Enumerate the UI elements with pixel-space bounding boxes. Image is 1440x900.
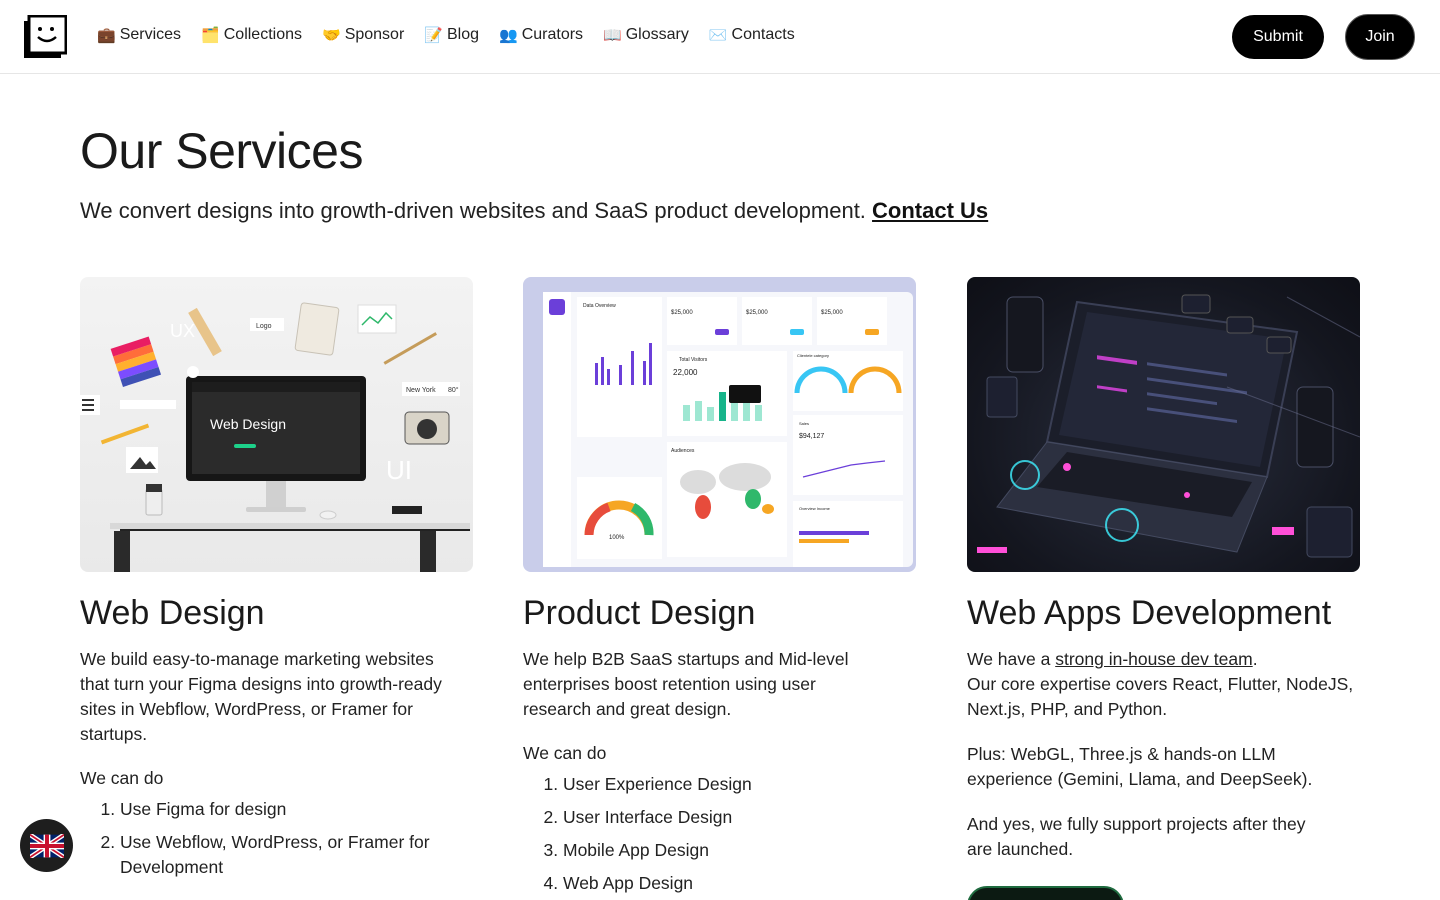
nav-blog[interactable]: 📝 Blog — [424, 26, 479, 44]
can-do-label: We can do — [523, 743, 607, 763]
web-design-illustration: Web Design UX UI Logo New York 80° — [80, 302, 470, 572]
dev-team-link[interactable]: strong in-house dev team — [1055, 649, 1252, 669]
temp-chip: 80° — [448, 386, 459, 394]
card-title: Web Design — [80, 594, 265, 632]
folder-icon: 🗂️ — [201, 27, 220, 44]
envelope-icon: ✉️ — [708, 27, 728, 44]
memo-icon: 📝 — [424, 27, 443, 44]
product-design-image: Data Overview $25,000 $25,000 $25,000 To… — [523, 277, 916, 572]
visitors-label: Total Visitors — [679, 357, 708, 363]
page-subtitle: We convert designs into growth-driven we… — [80, 198, 988, 224]
site-header: 💼 Services 🗂️ Collections 🤝 Sponsor 📝 Blog 👥… — [0, 0, 1440, 74]
audiences-label: Audiences — [671, 448, 695, 454]
language-switcher[interactable] — [20, 819, 73, 872]
text-suffix: . — [1252, 649, 1258, 669]
list-item: Mobile App Design — [563, 838, 916, 863]
nav-label: Contacts — [731, 26, 795, 43]
nav-glossary[interactable]: 📖 Glossary — [603, 26, 689, 44]
card-description: We help B2B SaaS startups and Mid-level … — [523, 649, 849, 719]
sales-value: $94,127 — [799, 433, 824, 440]
list-item: Use Webflow, WordPress, or Framer for De… — [120, 830, 440, 880]
nav-sponsor[interactable]: 🤝 Sponsor — [322, 26, 404, 44]
nav-curators[interactable]: 👥 Curators — [499, 26, 583, 44]
nav-contacts[interactable]: ✉️ Contacts — [709, 26, 795, 44]
handshake-icon: 🤝 — [322, 27, 341, 44]
stat-1: $25,000 — [671, 310, 693, 316]
service-card-web-design: Web Design UX UI Logo New York 80° Web D… — [80, 277, 473, 888]
income-label: Overview Income — [799, 506, 831, 511]
service-card-product-design: Data Overview $25,000 $25,000 $25,000 To… — [523, 277, 916, 900]
nav-label: Sponsor — [344, 26, 405, 43]
contact-us-link[interactable]: Contact Us — [872, 198, 988, 223]
nav-label: Services — [119, 26, 182, 43]
list-item: Web App Design — [563, 871, 916, 896]
plus-text: Plus: WebGL, Three.js & hands-on LLM exp… — [967, 744, 1313, 789]
category-label: Clientele category — [797, 353, 829, 358]
support-text: And yes, we fully support projects after… — [967, 814, 1306, 859]
laptop-illustration — [977, 294, 1360, 558]
can-do-label: We can do — [80, 768, 164, 788]
service-card-web-apps: Web Apps Development We have a strong in… — [967, 277, 1360, 862]
uk-flag-icon — [29, 833, 64, 858]
subtitle-text: We convert designs into growth-driven we… — [80, 198, 866, 223]
book-icon: 📖 — [603, 27, 622, 44]
nav-label: Glossary — [625, 26, 689, 43]
gauge-value: 100% — [609, 535, 625, 541]
service-list: User Experience Design User Interface De… — [523, 772, 916, 896]
main-nav: 💼 Services 🗂️ Collections 🤝 Sponsor 📝 Blog 👥… — [97, 26, 795, 44]
nav-collections[interactable]: 🗂️ Collections — [201, 26, 302, 44]
briefcase-icon: 💼 — [97, 27, 116, 44]
service-list: Use Figma for design Use Webflow, WordPr… — [80, 797, 473, 880]
data-overview-title: Data Overview — [583, 303, 616, 309]
web-design-image: Web Design UX UI Logo New York 80° — [80, 277, 473, 572]
list-item: User Interface Design — [563, 805, 916, 830]
visitors-value: 22,000 — [673, 368, 698, 377]
text-prefix: We have a — [967, 649, 1056, 669]
logo-chip: Logo — [256, 323, 272, 330]
page-title: Our Services — [80, 123, 363, 179]
join-button[interactable]: Join — [1345, 14, 1415, 60]
list-item: Use Figma for design — [120, 797, 473, 822]
core-expertise-text: Our core expertise covers React, Flutter… — [967, 674, 1354, 719]
dashboard-illustration: Data Overview $25,000 $25,000 $25,000 To… — [543, 292, 913, 567]
web-apps-image — [967, 277, 1360, 572]
sales-label: Sales — [799, 421, 809, 426]
city-chip: New York — [406, 387, 436, 394]
card-description: We have a strong in-house dev team. Our … — [967, 647, 1360, 722]
nav-services[interactable]: 💼 Services — [97, 26, 181, 44]
nav-label: Blog — [446, 26, 479, 43]
ux-label: UX — [170, 321, 195, 341]
card-description: We build easy-to-manage marketing websit… — [80, 649, 442, 744]
cta-button[interactable] — [967, 886, 1124, 900]
ui-label: UI — [386, 455, 412, 485]
stat-3: $25,000 — [821, 310, 843, 316]
monitor-title: Web Design — [210, 416, 286, 432]
list-item: User Experience Design — [563, 772, 916, 797]
people-icon: 👥 — [499, 27, 518, 44]
nav-label: Curators — [521, 26, 584, 43]
card-title: Product Design — [523, 594, 756, 632]
stat-2: $25,000 — [746, 310, 768, 316]
logo-icon[interactable] — [24, 15, 67, 58]
submit-button[interactable]: Submit — [1232, 15, 1324, 59]
card-title: Web Apps Development — [967, 594, 1332, 632]
nav-label: Collections — [223, 26, 302, 43]
